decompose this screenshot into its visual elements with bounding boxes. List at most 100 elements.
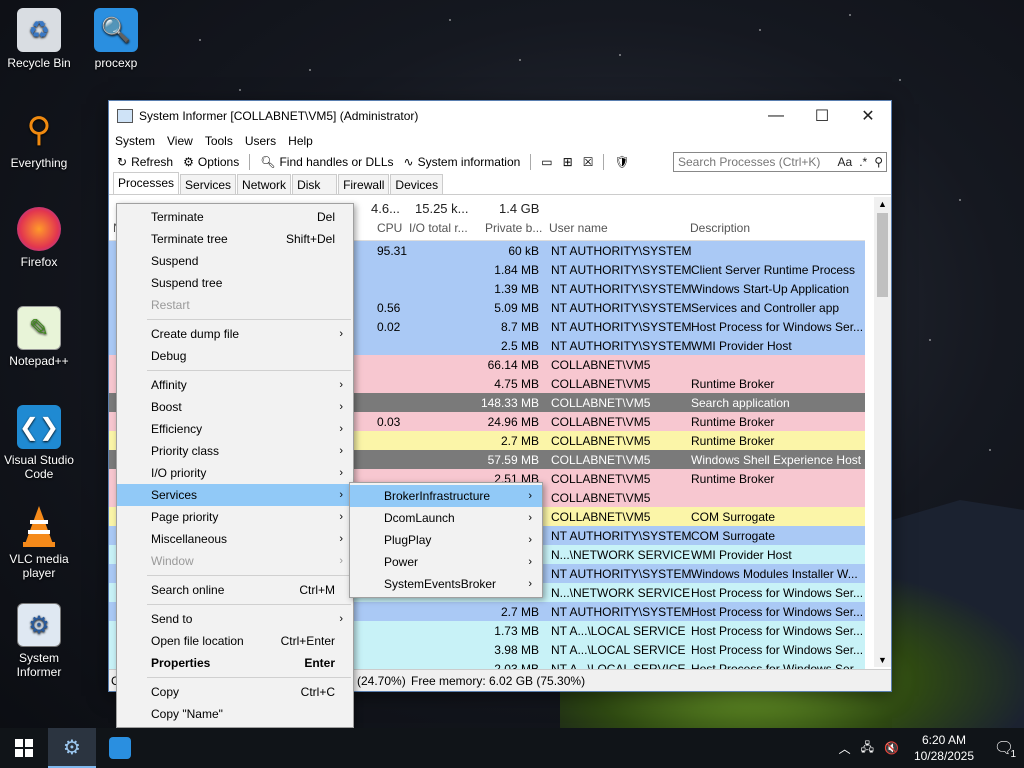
description-cell: Runtime Broker	[691, 415, 775, 429]
menu-item-priority-class[interactable]: Priority class ›	[117, 440, 353, 462]
private-bytes-cell: 2.5 MB	[500, 339, 539, 353]
user-name-cell: COLLABNET\VM5	[551, 510, 651, 524]
shield-button[interactable]: 🛡︎	[610, 152, 633, 172]
user-name-column-header[interactable]: User name	[549, 221, 608, 235]
menu-item-dcomlaunch[interactable]: DcomLaunch ›	[350, 507, 542, 529]
clock[interactable]: 6:20 AM 10/28/2025	[904, 732, 984, 764]
regex-toggle[interactable]: .*	[859, 155, 870, 169]
menu-item-send-to[interactable]: Send to ›	[117, 608, 353, 630]
desktop-icon-notepadpp[interactable]: ✎ Notepad++	[1, 306, 77, 368]
chevron-up-icon[interactable]: ︿	[834, 740, 856, 757]
taskbar-procexp[interactable]	[96, 728, 144, 768]
menu-item-page-priority[interactable]: Page priority ›	[117, 506, 353, 528]
menu-item-properties[interactable]: Properties Enter	[117, 652, 353, 674]
menu-item-terminate-tree[interactable]: Terminate tree Shift+Del	[117, 228, 353, 250]
refresh-button[interactable]: ↻ Refresh	[113, 152, 177, 172]
tab-firewall[interactable]: Firewall	[338, 174, 390, 194]
description-column-header[interactable]: Description	[690, 221, 750, 235]
notification-center-button[interactable]: 🗨 1	[984, 728, 1024, 768]
menu-item-window: Window ›	[117, 550, 353, 572]
desktop-icon-vscode[interactable]: ❮❯ Visual Studio Code	[1, 405, 77, 481]
desktop-icon-system-informer[interactable]: ⚙ System Informer	[1, 603, 77, 679]
scrollbar-thumb[interactable]	[877, 213, 888, 297]
menu-item-search-online[interactable]: Search online Ctrl+M	[117, 579, 353, 601]
menu-item-power[interactable]: Power ›	[350, 551, 542, 573]
system-information-button[interactable]: ∿ System information	[400, 152, 525, 172]
private-bytes-column-header[interactable]: Private b...	[485, 221, 542, 235]
menu-item-suspend[interactable]: Suspend	[117, 250, 353, 272]
chevron-right-icon: ›	[339, 511, 343, 523]
taskbar-system-informer[interactable]: ⚙	[48, 728, 96, 768]
options-label: Options	[197, 155, 240, 169]
io-column-header[interactable]: I/O total r...	[409, 221, 468, 235]
start-button[interactable]	[0, 728, 48, 768]
user-name-cell: NT AUTHORITY\SYSTEM	[551, 263, 692, 277]
menu-item-copy[interactable]: Copy Ctrl+C	[117, 681, 353, 703]
tab-services[interactable]: Services	[180, 174, 237, 194]
menu-item-label: Boost	[151, 400, 182, 414]
menu-tools[interactable]: Tools	[205, 134, 233, 148]
options-button[interactable]: ⚙ Options	[179, 152, 243, 172]
shield-icon: 🛡︎	[614, 155, 630, 169]
menu-item-miscellaneous[interactable]: Miscellaneous ›	[117, 528, 353, 550]
desktop-icon-procexp[interactable]: 🔍 procexp	[78, 8, 154, 70]
menu-item-i-o-priority[interactable]: I/O priority ›	[117, 462, 353, 484]
match-case-toggle[interactable]: Aa	[838, 155, 856, 169]
private-bytes-cell: 1.39 MB	[494, 282, 539, 296]
vertical-scrollbar[interactable]: ▲ ▼	[874, 197, 891, 667]
menu-item-boost[interactable]: Boost ›	[117, 396, 353, 418]
menu-item-affinity[interactable]: Affinity ›	[117, 374, 353, 396]
menu-item-systemeventsbroker[interactable]: SystemEventsBroker ›	[350, 573, 542, 595]
menu-users[interactable]: Users	[245, 134, 276, 148]
menu-item-label: Copy	[151, 685, 180, 699]
user-name-cell: N...\NETWORK SERVICE	[551, 548, 691, 562]
desktop-icon-recycle-bin[interactable]: ♻ Recycle Bin	[1, 8, 77, 70]
cpu-cell: 0.56	[377, 301, 401, 315]
menu-item-label: Send to	[151, 612, 193, 626]
menu-item-services[interactable]: Services ›	[117, 484, 353, 506]
menu-item-suspend-tree[interactable]: Suspend tree	[117, 272, 353, 294]
menu-item-debug[interactable]: Debug	[117, 345, 353, 367]
menu-help[interactable]: Help	[288, 134, 313, 148]
search-processes-input[interactable]: Search Processes (Ctrl+K) Aa .* ⚲	[673, 152, 887, 172]
menu-item-efficiency[interactable]: Efficiency ›	[117, 418, 353, 440]
tab-network[interactable]: Network	[237, 174, 292, 194]
cpu-column-header[interactable]: CPU	[377, 221, 402, 235]
title-bar[interactable]: System Informer [COLLABNET\VM5] (Adminis…	[109, 101, 891, 131]
minimize-button[interactable]: —	[753, 101, 799, 131]
chevron-right-icon: ›	[339, 423, 343, 435]
tab-disk[interactable]: Disk	[292, 174, 338, 194]
find-window-button[interactable]: ⊞	[559, 152, 577, 172]
network-icon[interactable]: 🖧	[856, 738, 879, 759]
desktop-icon-vlc[interactable]: VLC media player	[1, 504, 77, 580]
x-box-icon: ☒	[582, 155, 594, 169]
close-window-button[interactable]: ☒	[579, 152, 598, 172]
scroll-down-arrow[interactable]: ▼	[878, 655, 887, 665]
menu-item-terminate[interactable]: Terminate Del	[117, 206, 353, 228]
close-button[interactable]: ✕	[845, 101, 891, 131]
find-handles-button[interactable]: 🔍︎ Find handles or DLLs	[256, 152, 397, 172]
menu-item-shortcut: Del	[316, 210, 335, 224]
menu-view[interactable]: View	[167, 134, 193, 148]
search-placeholder: Search Processes (Ctrl+K)	[678, 155, 821, 169]
menu-system[interactable]: System	[115, 134, 155, 148]
desktop-icon-everything[interactable]: ⚲ Everything	[1, 108, 77, 170]
tab-processes[interactable]: Processes	[113, 172, 180, 194]
maximize-button[interactable]: ☐	[799, 101, 845, 131]
volume-muted-icon[interactable]: 🔇	[879, 741, 904, 755]
description-cell: Runtime Broker	[691, 434, 775, 448]
menu-item-plugplay[interactable]: PlugPlay ›	[350, 529, 542, 551]
menu-item-brokerinfrastructure[interactable]: BrokerInfrastructure ›	[350, 485, 542, 507]
chevron-right-icon: ›	[339, 489, 343, 501]
desktop-icon-firefox[interactable]: Firefox	[1, 207, 77, 269]
private-bytes-cell: 3.98 MB	[494, 643, 539, 657]
scroll-up-arrow[interactable]: ▲	[878, 199, 887, 209]
tab-devices[interactable]: Devices	[390, 174, 444, 194]
menu-item-copy-name[interactable]: Copy "Name"	[117, 703, 353, 725]
menu-item-create-dump-file[interactable]: Create dump file ›	[117, 323, 353, 345]
window-icon-button[interactable]: ▭	[537, 152, 556, 172]
menu-item-open-file-location[interactable]: Open file location Ctrl+Enter	[117, 630, 353, 652]
description-cell: Client Server Runtime Process	[691, 263, 856, 277]
search-icon[interactable]: ⚲	[874, 155, 886, 169]
menu-item-label: BrokerInfrastructure	[384, 489, 491, 503]
